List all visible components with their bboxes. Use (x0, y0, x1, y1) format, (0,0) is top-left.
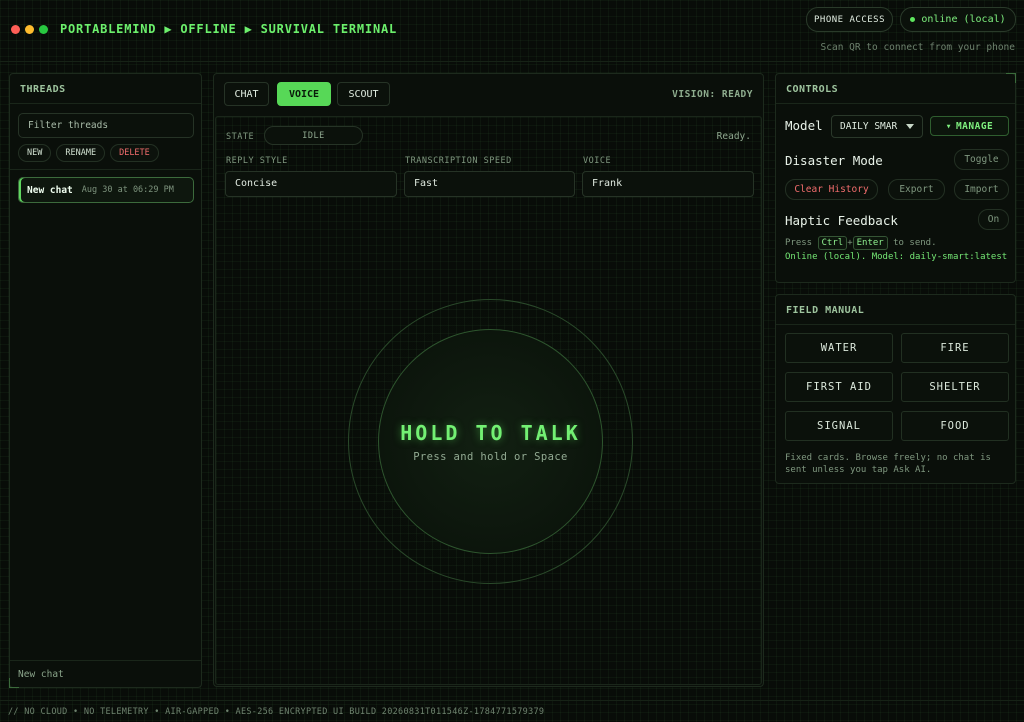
manage-caret-icon: ▾ (945, 120, 952, 132)
manual-card-water[interactable]: WATER (785, 333, 893, 363)
manual-card-food[interactable]: FOOD (901, 411, 1009, 441)
reply-style-select[interactable]: Concise (225, 171, 397, 197)
state-badge: IDLE (264, 126, 363, 145)
hold-to-talk-hint: Press and hold or Space (413, 450, 568, 463)
voice-label: VOICE (583, 156, 612, 166)
corner-decoration (9, 678, 19, 688)
thread-name: New chat (27, 184, 73, 196)
threads-header: THREADS (10, 74, 201, 104)
disaster-mode-label: Disaster Mode (785, 153, 883, 168)
scan-qr-note: Scan QR to connect from your phone (820, 42, 1015, 53)
breadcrumb: PORTABLEMIND ▶ OFFLINE ▶ SURVIVAL TERMIN… (60, 22, 398, 36)
voice-select[interactable]: Frank (582, 171, 754, 197)
manage-models-button[interactable]: ▾ MANAGE (930, 116, 1009, 136)
import-button[interactable]: Import (954, 179, 1009, 200)
divider (10, 169, 201, 170)
voice-status-text: Ready. (716, 131, 751, 142)
tab-chat[interactable]: CHAT (224, 82, 269, 106)
connection-status-text: online (local) (921, 14, 1006, 25)
field-manual-header: FIELD MANUAL (776, 295, 1015, 325)
send-shortcut-hint: Press Ctrl + Enter to send. (785, 236, 1010, 250)
status-dot-icon (910, 17, 916, 22)
thread-timestamp: Aug 30 at 06:29 PM (81, 185, 174, 195)
voice-area: STATE IDLE Ready. REPLY STYLE Concise TR… (215, 116, 762, 685)
field-manual-panel: FIELD MANUAL WATER FIRE FIRST AID SHELTE… (775, 294, 1016, 484)
minimize-window-icon[interactable] (25, 25, 34, 34)
main-panel: CHAT VOICE SCOUT VISION: READY STATE IDL… (213, 73, 764, 687)
transcription-speed-label: TRANSCRIPTION SPEED (405, 156, 512, 166)
controls-panel: CONTROLS Model DAILY SMAR ▾ MANAGE Disas… (775, 73, 1016, 283)
hint-prefix: Press (785, 238, 813, 248)
manual-card-first-aid[interactable]: FIRST AID (785, 372, 893, 402)
model-dropdown[interactable]: DAILY SMAR (831, 115, 923, 138)
model-value: DAILY SMAR (840, 121, 898, 132)
hint-suffix: to send. (893, 238, 937, 248)
vision-status: VISION: READY (672, 89, 753, 100)
manual-card-shelter[interactable]: SHELTER (901, 372, 1009, 402)
disaster-mode-toggle[interactable]: Toggle (954, 149, 1009, 170)
security-footer: // NO CLOUD • NO TELEMETRY • AIR-GAPPED … (0, 700, 1024, 722)
corner-decoration (1006, 73, 1016, 83)
hold-to-talk-button[interactable]: HOLD TO TALK Press and hold or Space (378, 329, 603, 554)
transcription-speed-select[interactable]: Fast (404, 171, 575, 197)
manage-label: MANAGE (955, 120, 994, 132)
hold-to-talk-title: HOLD TO TALK (400, 420, 581, 445)
enter-key: Enter (852, 236, 888, 250)
connection-status-badge[interactable]: online (local) (900, 7, 1016, 32)
filter-threads-input[interactable] (18, 113, 194, 138)
export-button[interactable]: Export (888, 179, 945, 200)
dropdown-caret-icon (906, 124, 915, 129)
tab-scout[interactable]: SCOUT (337, 82, 390, 106)
tab-voice[interactable]: VOICE (277, 82, 331, 106)
manual-card-fire[interactable]: FIRE (901, 333, 1009, 363)
controls-header: CONTROLS (776, 74, 1015, 104)
delete-thread-button[interactable]: DELETE (110, 144, 159, 162)
new-thread-button[interactable]: NEW (18, 144, 52, 162)
thread-actions: NEW RENAME DELETE (18, 144, 159, 162)
ctrl-key: Ctrl (817, 236, 848, 250)
phone-access-button[interactable]: PHONE ACCESS (806, 7, 893, 32)
rename-thread-button[interactable]: RENAME (56, 144, 106, 162)
model-label: Model (785, 118, 823, 133)
haptic-feedback-toggle[interactable]: On (978, 209, 1009, 230)
reply-style-label: REPLY STYLE (226, 156, 288, 166)
current-thread-label: New chat (10, 660, 201, 687)
manual-card-signal[interactable]: SIGNAL (785, 411, 893, 441)
state-label: STATE (226, 132, 255, 142)
window-controls (11, 25, 48, 34)
title-bar: PORTABLEMIND ▶ OFFLINE ▶ SURVIVAL TERMIN… (0, 0, 1024, 62)
model-status-line: Online (local). Model: daily-smart:lates… (785, 252, 1008, 262)
maximize-window-icon[interactable] (39, 25, 48, 34)
hint-plus: + (847, 238, 853, 248)
thread-list-item[interactable]: New chat Aug 30 at 06:29 PM (18, 177, 194, 203)
clear-history-button[interactable]: Clear History (785, 179, 878, 200)
haptic-feedback-label: Haptic Feedback (785, 213, 898, 228)
threads-panel: THREADS NEW RENAME DELETE New chat Aug 3… (9, 73, 202, 688)
close-window-icon[interactable] (11, 25, 20, 34)
field-manual-note: Fixed cards. Browse freely; no chat is s… (785, 453, 991, 475)
